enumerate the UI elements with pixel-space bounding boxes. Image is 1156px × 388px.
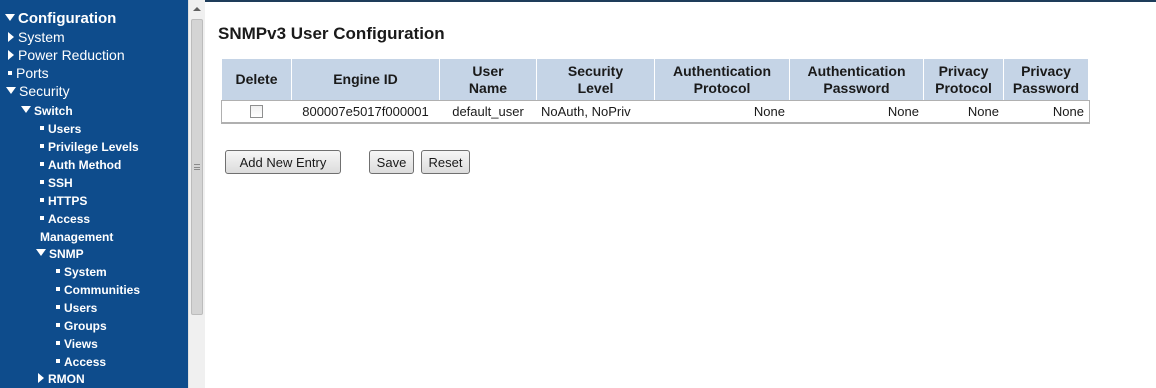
table-header-row: Delete Engine ID User Name Security Level … [221, 58, 1089, 101]
engine-id-cell: 800007e5017f000001 [291, 100, 440, 123]
reset-button[interactable]: Reset [421, 150, 470, 174]
nav-snmp-views[interactable]: Views [56, 338, 98, 350]
expanded-arrow-icon [6, 87, 16, 94]
scroll-up-arrow-icon[interactable] [189, 0, 205, 17]
nav-configuration[interactable]: Configuration [5, 11, 116, 26]
collapsed-arrow-icon [38, 373, 44, 383]
table-row: 800007e5017f000001 default_user NoAuth, … [220, 99, 1090, 124]
bullet-icon [40, 144, 44, 148]
header-security-level: Security Level [536, 58, 655, 101]
nav-https[interactable]: HTTPS [40, 195, 87, 207]
nav-snmp-system[interactable]: System [56, 266, 107, 278]
bullet-icon [56, 341, 60, 345]
sidebar-scrollbar[interactable] [188, 0, 205, 388]
navigation-sidebar: Configuration System Power Reduction Por… [0, 0, 188, 388]
bullet-icon [40, 126, 44, 130]
scrollbar-thumb[interactable] [191, 19, 203, 315]
header-privacy-protocol: Privacy Protocol [923, 58, 1004, 101]
nav-snmp-users[interactable]: Users [56, 302, 97, 314]
privacy-password-cell: None [1003, 100, 1089, 123]
bullet-icon [56, 287, 60, 291]
user-name-cell: default_user [439, 100, 537, 123]
expanded-arrow-icon [5, 14, 15, 21]
bullet-icon [8, 71, 12, 75]
page-title: SNMPv3 User Configuration [218, 24, 445, 43]
expanded-arrow-icon [36, 249, 46, 256]
nav-auth-method[interactable]: Auth Method [40, 159, 121, 171]
snmpv3-users-table: Delete Engine ID User Name Security Level … [220, 58, 1090, 124]
header-user-name: User Name [439, 58, 537, 101]
header-auth-password: Authentication Password [789, 58, 924, 101]
bullet-icon [56, 305, 60, 309]
nav-system[interactable]: System [8, 30, 65, 44]
bullet-icon [40, 180, 44, 184]
nav-power-reduction[interactable]: Power Reduction [8, 48, 125, 62]
nav-privilege-levels[interactable]: Privilege Levels [40, 141, 139, 153]
nav-rmon[interactable]: RMON [38, 373, 85, 385]
delete-cell [221, 100, 292, 123]
add-new-entry-button[interactable]: Add New Entry [225, 150, 341, 174]
header-delete: Delete [221, 58, 292, 101]
save-button[interactable]: Save [369, 150, 414, 174]
bullet-icon [56, 269, 60, 273]
header-engine-id: Engine ID [291, 58, 440, 101]
bullet-icon [40, 216, 44, 220]
delete-checkbox[interactable] [250, 105, 263, 118]
security-level-cell: NoAuth, NoPriv [536, 100, 655, 123]
privacy-protocol-cell: None [923, 100, 1004, 123]
collapsed-arrow-icon [8, 50, 14, 60]
nav-access-management[interactable]: Access [40, 213, 90, 225]
nav-switch[interactable]: Switch [21, 105, 73, 117]
nav-ssh[interactable]: SSH [40, 177, 73, 189]
auth-password-cell: None [789, 100, 924, 123]
bullet-icon [56, 323, 60, 327]
bullet-icon [40, 162, 44, 166]
header-auth-protocol: Authentication Protocol [654, 58, 790, 101]
expanded-arrow-icon [21, 106, 31, 113]
nav-snmp-access[interactable]: Access [56, 356, 106, 368]
nav-snmp-communities[interactable]: Communities [56, 284, 140, 296]
auth-protocol-cell: None [654, 100, 790, 123]
nav-snmp[interactable]: SNMP [36, 248, 84, 260]
bullet-icon [56, 359, 60, 363]
nav-security[interactable]: Security [6, 84, 70, 98]
nav-snmp-groups[interactable]: Groups [56, 320, 107, 332]
nav-ports[interactable]: Ports [8, 66, 49, 80]
grip-icon [194, 164, 200, 170]
bullet-icon [40, 198, 44, 202]
header-privacy-password: Privacy Password [1003, 58, 1089, 101]
main-content: SNMPv3 User Configuration Delete Engine … [205, 0, 1156, 388]
collapsed-arrow-icon [8, 32, 14, 42]
nav-access-management-cont[interactable]: Management [40, 231, 113, 243]
nav-users[interactable]: Users [40, 123, 81, 135]
